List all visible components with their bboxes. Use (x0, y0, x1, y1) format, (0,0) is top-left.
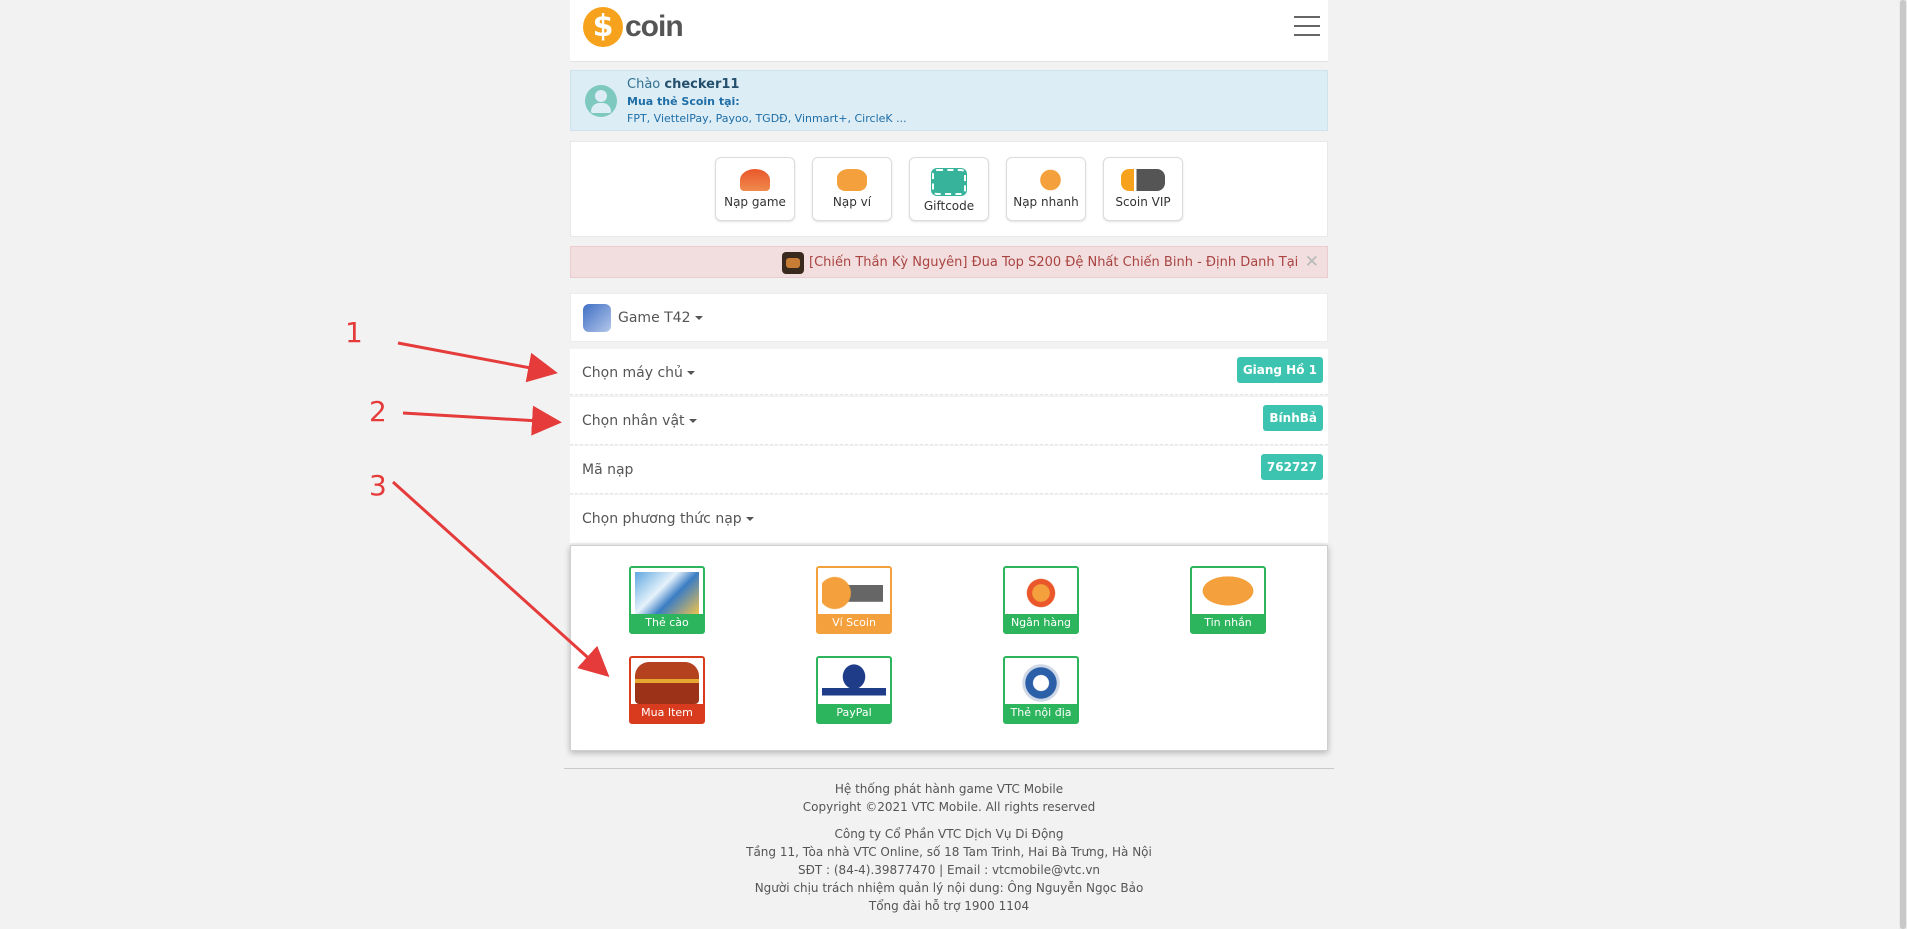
character-dropdown[interactable]: Chọn nhân vật (582, 413, 697, 429)
scoin-logo[interactable]: $ coin (583, 7, 684, 47)
pay-the-cao[interactable]: Thẻ cào (629, 566, 705, 634)
footer-copyright: Copyright ©2021 VTC Mobile. All rights r… (802, 800, 1096, 814)
bank-icon (1009, 572, 1073, 614)
close-icon[interactable]: ✕ (1305, 252, 1319, 272)
user-avatar-icon (585, 85, 617, 117)
username: checker11 (664, 77, 740, 92)
pay-ngan-hang[interactable]: Ngân hàng (1003, 566, 1079, 634)
arrow-2 (402, 405, 562, 436)
server-badge: Giang Hồ 1 (1236, 357, 1323, 383)
paypal-icon (822, 662, 886, 704)
announcement-text[interactable]: [Chiến Thần Kỳ Nguyên] Đua Top S200 Đệ N… (809, 255, 1298, 270)
dollar-coin-icon: $ (583, 7, 623, 47)
game-thumbnail-icon (782, 252, 804, 274)
caret-down-icon (745, 517, 754, 521)
gift-card-icon (932, 169, 966, 195)
footer-company: Công ty Cổ Phần VTC Dịch Vụ Di Động (834, 827, 1064, 841)
scoin-vip-button[interactable]: Scoin VIP (1103, 157, 1183, 221)
annotation-number-2: 2 (369, 395, 387, 428)
game-selector[interactable]: Game T42 (570, 293, 1328, 342)
payment-method-row[interactable]: Chọn phương thức nạp (570, 495, 1328, 543)
buy-card-label: Mua thẻ Scoin tại: (627, 95, 740, 108)
nap-vi-button[interactable]: Nạp ví (812, 157, 892, 221)
caret-down-icon (694, 316, 703, 320)
atm-card-icon (1009, 662, 1073, 704)
pay-tin-nhan[interactable]: Tin nhắn (1190, 566, 1266, 634)
pay-mua-item[interactable]: Mua Item (629, 656, 705, 724)
payment-method-dropdown[interactable]: Chọn phương thức nạp (582, 511, 754, 527)
store-list: FPT, ViettelPay, Payoo, TGDĐ, Vinmart+, … (627, 112, 907, 125)
caret-down-icon (688, 419, 697, 423)
site-footer: Hệ thống phát hành game VTC Mobile Copyr… (564, 780, 1334, 915)
coin-stack-icon (740, 169, 770, 191)
giftcode-button[interactable]: Giftcode (909, 157, 989, 221)
sms-icon (1196, 572, 1260, 614)
site-header: $ coin (570, 0, 1328, 62)
code-label: Mã nạp (582, 462, 634, 478)
nap-game-button[interactable]: Nạp game (715, 157, 795, 221)
game-icon (583, 304, 611, 332)
fast-coin-icon (1031, 169, 1061, 191)
greeting-text: Chào checker11 (627, 77, 740, 92)
scoin-wallet-icon (822, 572, 886, 614)
money-bag-icon (837, 169, 867, 191)
scratch-card-icon (635, 572, 699, 614)
treasure-chest-icon (635, 662, 699, 704)
footer-contact: SĐT : (84-4).39877470 | Email : vtcmobil… (797, 863, 1101, 877)
code-row: Mã nạp 762727 (570, 446, 1328, 494)
game-dropdown[interactable]: Game T42 (618, 310, 703, 326)
footer-publisher: Hệ thống phát hành game VTC Mobile (834, 782, 1064, 796)
footer-divider (564, 768, 1334, 769)
quick-actions-panel: Nạp game Nạp ví Giftcode Nạp nhanh Scoin… (570, 141, 1328, 237)
character-badge: BínhBả (1263, 405, 1323, 431)
annotation-number-1: 1 (345, 316, 363, 349)
pay-vi-scoin[interactable]: Ví Scoin (816, 566, 892, 634)
hamburger-icon[interactable] (1294, 16, 1320, 36)
greeting-panel: Chào checker11 Mua thẻ Scoin tại: FPT, V… (570, 70, 1328, 131)
caret-down-icon (686, 371, 695, 375)
page-scrollbar[interactable] (1899, 0, 1907, 929)
character-row[interactable]: Chọn nhân vật BínhBả (570, 397, 1328, 445)
footer-address: Tầng 11, Tòa nhà VTC Online, số 18 Tam T… (746, 845, 1152, 859)
scrollbar-thumb[interactable] (1900, 0, 1906, 929)
annotation-number-3: 3 (369, 469, 387, 502)
arrow-1 (397, 341, 558, 383)
logo-text: coin (625, 10, 684, 43)
announcement-bar[interactable]: [Chiến Thần Kỳ Nguyên] Đua Top S200 Đệ N… (570, 246, 1328, 278)
code-badge: 762727 (1260, 454, 1323, 480)
scoin-vip-icon (1121, 169, 1165, 191)
footer-responsible: Người chịu trách nhiệm quản lý nội dung:… (754, 881, 1144, 895)
nap-nhanh-button[interactable]: Nạp nhanh (1006, 157, 1086, 221)
pay-paypal[interactable]: PayPal (816, 656, 892, 724)
server-row[interactable]: Chọn máy chủ Giang Hồ 1 (570, 349, 1328, 395)
server-dropdown[interactable]: Chọn máy chủ (582, 365, 695, 381)
payment-method-panel: Thẻ cào Ví Scoin Ngân hàng Tin nhắn Mua … (570, 545, 1328, 751)
footer-hotline: Tổng đài hỗ trợ 1900 1104 (868, 899, 1030, 913)
pay-the-noi-dia[interactable]: Thẻ nội địa (1003, 656, 1079, 724)
